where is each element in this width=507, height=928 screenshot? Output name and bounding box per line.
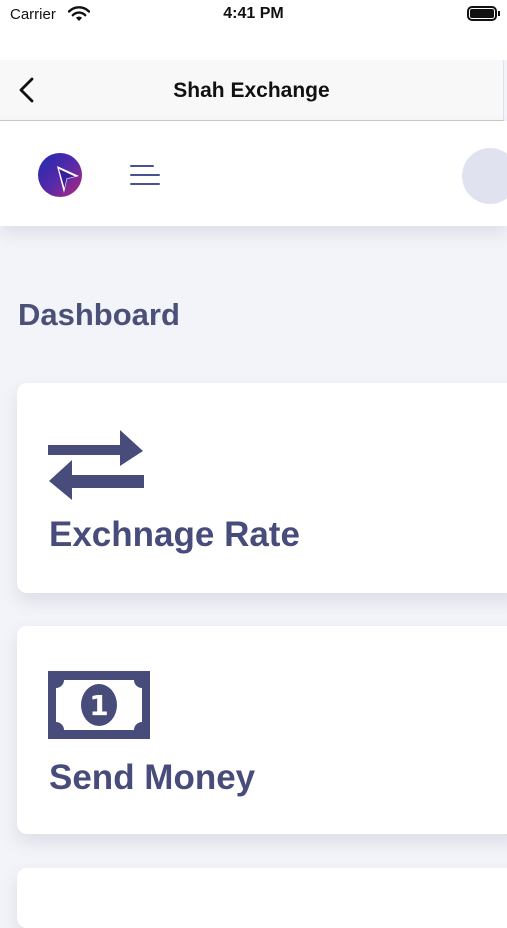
- dashboard-card-partial[interactable]: [17, 868, 507, 928]
- logo-icon[interactable]: [37, 152, 85, 198]
- exchange-rate-label: Exchnage Rate: [49, 515, 300, 554]
- navigation-bar: Shah Exchange: [0, 60, 504, 121]
- status-spacer: [0, 32, 507, 60]
- svg-text:1: 1: [89, 689, 108, 722]
- status-bar: Carrier 4:41 PM: [0, 0, 507, 32]
- status-time: 4:41 PM: [223, 5, 284, 22]
- battery-nub: [498, 11, 500, 16]
- exchange-arrows-icon: [48, 430, 144, 500]
- exchange-rate-card[interactable]: Exchnage Rate: [17, 383, 507, 593]
- send-money-label: Send Money: [49, 758, 256, 797]
- hamburger-menu-icon[interactable]: [124, 158, 166, 192]
- battery-icon: [467, 6, 497, 21]
- banknote-icon: 1: [48, 671, 150, 739]
- send-money-card[interactable]: 1 Send Money: [17, 626, 507, 834]
- page-title: Dashboard: [18, 297, 180, 332]
- nav-title: Shah Exchange: [173, 79, 330, 102]
